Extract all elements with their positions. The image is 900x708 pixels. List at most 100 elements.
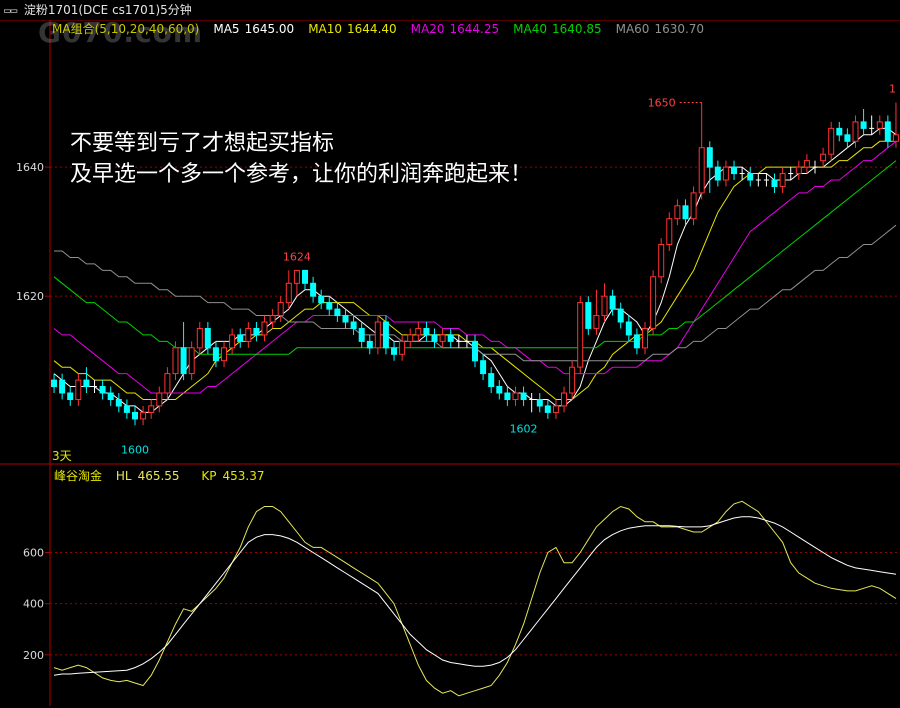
candle-body: [690, 192, 697, 220]
candle: [658, 238, 665, 284]
indicator-legend-bar: 峰谷淘金 HL 465.55 KP 453.37: [54, 468, 275, 484]
candle: [731, 160, 737, 180]
candle: [423, 322, 430, 342]
candle: [83, 367, 90, 393]
candle-body: [382, 321, 389, 349]
candle: [92, 380, 98, 393]
candle: [520, 386, 527, 406]
candle-body: [722, 166, 729, 181]
candle-body: [828, 127, 835, 155]
candle: [293, 269, 300, 297]
kp-value: 453.37: [222, 469, 265, 483]
candle-body: [601, 295, 608, 317]
candle-body: [577, 302, 584, 368]
candle-body: [415, 328, 422, 336]
ma-legend-value: 1644.25: [449, 22, 500, 36]
candle-body: [221, 347, 227, 362]
ma-legend-item: MA10 1644.40: [308, 22, 396, 36]
ma-legend-label: MA组合(5,10,20,40,60,0): [52, 22, 200, 36]
indicator-lines: [53, 500, 897, 697]
candle-body: [285, 282, 292, 304]
price-axis-labels: 1620 1640: [16, 161, 44, 303]
candle: [253, 322, 260, 342]
annotation-label: 1600: [121, 443, 149, 456]
candle: [59, 373, 66, 400]
candle: [747, 167, 754, 187]
indicator-line-kp: [53, 516, 897, 676]
candle: [148, 399, 155, 419]
candle: [237, 328, 244, 348]
ma-legend-value: 1645.00: [244, 22, 295, 36]
candle: [374, 315, 381, 355]
window-menu-icon[interactable]: ▭▭: [4, 1, 20, 21]
candle: [334, 302, 341, 322]
ma-legend-item: MA60 1630.70: [616, 22, 704, 36]
indicator-tick-label: 600: [23, 547, 44, 560]
candle: [464, 334, 470, 348]
candle: [107, 386, 114, 406]
candle: [593, 289, 600, 335]
candle: [844, 128, 851, 148]
candle: [577, 296, 584, 374]
candle: [892, 102, 899, 148]
candle-body: [237, 334, 244, 342]
ma-legend-item: MA组合(5,10,20,40,60,0): [52, 22, 199, 36]
candle-body: [561, 392, 567, 407]
candle: [75, 373, 82, 406]
candle: [755, 173, 761, 187]
candle-body: [650, 276, 657, 329]
candle-body: [820, 153, 827, 162]
candle: [342, 309, 349, 329]
candle-body: [350, 321, 357, 329]
candle-body: [617, 308, 624, 323]
promo-line-2: 及早选一个多一个参考，让你的利润奔跑起来！: [70, 162, 533, 187]
candle: [601, 283, 608, 322]
ma-legend-item: MA40 1640.85: [513, 22, 601, 36]
annotation-label: 1624: [283, 250, 311, 263]
candle-body: [731, 166, 737, 175]
candle: [67, 386, 74, 406]
candle: [277, 296, 284, 322]
candle: [382, 315, 389, 355]
indicator-tick-label: 400: [23, 598, 44, 611]
candle-body: [625, 321, 632, 336]
candle-body: [302, 269, 308, 284]
candle-body: [536, 399, 543, 407]
candle-body: [682, 205, 689, 220]
kp-label: KP: [201, 469, 217, 483]
annotation-label: 1: [889, 83, 896, 96]
chart-canvas: 1620 1640 1650 1624 1600 1602 1 200 400 600 3天: [0, 19, 900, 706]
candle: [876, 115, 883, 135]
candle: [172, 341, 179, 381]
candle: [366, 334, 373, 355]
candle: [140, 405, 147, 426]
ma-legend-label: MA20: [410, 22, 445, 36]
candle: [269, 309, 276, 329]
candle-body: [342, 315, 349, 323]
candle-body: [836, 127, 843, 136]
candle-body: [666, 218, 673, 245]
candle: [350, 315, 357, 335]
candle-body: [399, 340, 406, 355]
candle-body: [674, 205, 681, 220]
price-tick-label: 1640: [16, 161, 44, 174]
candle: [180, 322, 187, 381]
candle-body: [407, 334, 414, 342]
candle-body: [423, 328, 430, 336]
candle-body: [132, 411, 138, 420]
ma-legend-bar: MA组合(5,10,20,40,60,0) MA5 1645.00 MA10 1644.…: [52, 21, 718, 37]
candle: [164, 367, 171, 400]
candle-body: [318, 295, 325, 304]
indicator-axis-labels: 200 400 600: [23, 547, 44, 662]
ma-legend-value: 1640.85: [551, 22, 602, 36]
hl-label: HL: [115, 469, 132, 483]
candle: [115, 393, 122, 413]
candle: [650, 270, 657, 335]
candle-body: [140, 411, 147, 420]
candle: [642, 322, 648, 355]
candle-body: [293, 269, 300, 284]
candle-body: [431, 334, 438, 342]
candle: [512, 386, 519, 406]
candle: [431, 328, 438, 348]
candle: [447, 328, 454, 348]
